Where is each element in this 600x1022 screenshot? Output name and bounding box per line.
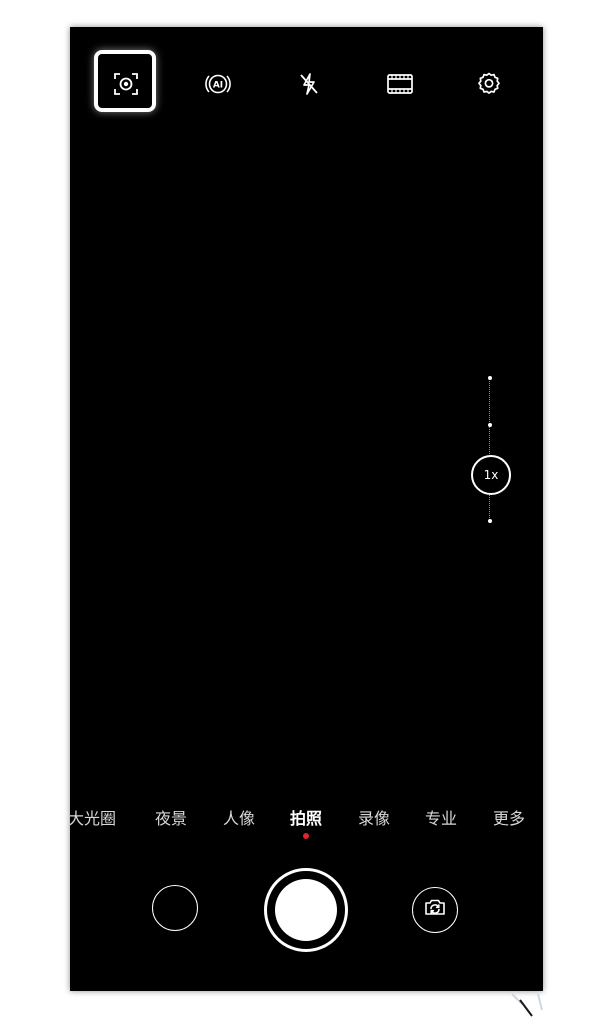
mode-selector[interactable]: 大光圈 夜景 人像 拍照 录像 专业 更多: [70, 805, 543, 835]
mode-photo[interactable]: 拍照: [290, 805, 322, 829]
mode-aperture[interactable]: 大光圈: [70, 805, 116, 829]
smart-scan-icon: [113, 71, 139, 97]
aspect-ratio-button[interactable]: [376, 60, 424, 108]
smart-scan-button[interactable]: [102, 60, 150, 108]
flash-off-icon: [296, 71, 322, 97]
svg-text:AI: AI: [213, 81, 223, 91]
aspect-ratio-icon: [386, 72, 414, 96]
flash-button[interactable]: [285, 60, 333, 108]
shutter-button[interactable]: [264, 868, 348, 952]
shutter-inner-circle: [275, 879, 337, 941]
mode-more[interactable]: 更多: [493, 805, 525, 829]
ai-icon: AI: [205, 71, 231, 97]
gallery-thumbnail-button[interactable]: [152, 885, 198, 931]
mode-pro[interactable]: 专业: [425, 805, 457, 829]
mode-portrait[interactable]: 人像: [223, 805, 255, 829]
settings-button[interactable]: [465, 60, 513, 108]
settings-gear-icon: [476, 71, 502, 97]
mode-night[interactable]: 夜景: [155, 805, 187, 829]
camera-viewfinder[interactable]: AI 1x 大光圈 夜景 人像 拍照 录像 专业 更多: [70, 27, 543, 991]
active-mode-indicator: [303, 833, 309, 839]
zoom-tick-top: [488, 376, 492, 380]
zoom-tick-bottom: [488, 519, 492, 523]
zoom-tick-upper: [488, 423, 492, 427]
zoom-level-button[interactable]: 1x: [471, 455, 511, 495]
zoom-level-label: 1x: [483, 468, 499, 482]
mode-video[interactable]: 录像: [358, 805, 390, 829]
ai-button[interactable]: AI: [194, 60, 242, 108]
decorative-corner-marks: [508, 990, 548, 1022]
switch-camera-button[interactable]: [412, 887, 458, 933]
switch-camera-icon: [423, 897, 447, 923]
zoom-slider-track[interactable]: [489, 377, 492, 522]
